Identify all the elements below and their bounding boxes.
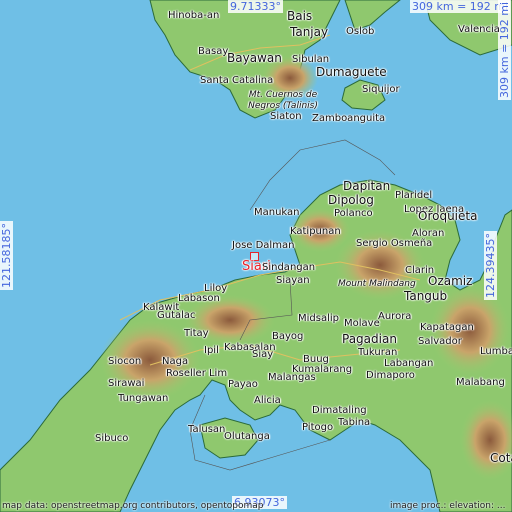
map-canvas[interactable]: 9.71333° 6.93073° 121.58185° 124.39435° … xyxy=(0,0,512,512)
place-label: Olutanga xyxy=(224,431,270,442)
place-label: Sibulan xyxy=(292,54,330,65)
place-label: Siaton xyxy=(270,111,302,122)
place-label: Siocon xyxy=(108,356,142,367)
coord-left: 121.58185° xyxy=(0,221,13,290)
place-label: Siayan xyxy=(276,275,310,286)
place-label: Basay xyxy=(198,46,229,57)
place-label: Gutalac xyxy=(157,310,196,321)
place-label: Tangub xyxy=(404,289,448,303)
place-label: Sindangan xyxy=(262,262,316,273)
place-label: Bayog xyxy=(272,331,304,342)
place-label: Malabang xyxy=(456,377,505,388)
place-label: Bayawan xyxy=(227,51,282,65)
place-label: Tungawan xyxy=(118,393,169,404)
place-label: Dapitan xyxy=(343,179,391,193)
mountain-label: Mt. Cuernos de Negros (Talinis) xyxy=(248,90,318,111)
place-label: Katipunan xyxy=(290,226,341,237)
place-label: Payao xyxy=(228,379,258,390)
place-label: Oroquieta xyxy=(418,209,478,223)
attribution-right: image proc.: elevation: ... xyxy=(390,501,506,511)
place-label: Siquijor xyxy=(362,84,400,95)
place-label: Talusan xyxy=(188,424,226,435)
place-label: Dumaguete xyxy=(316,65,387,79)
place-label: Oslob xyxy=(346,26,375,37)
place-label: Manukan xyxy=(254,207,300,218)
place-label: Ozamiz xyxy=(428,274,473,288)
place-label: Tabina xyxy=(338,417,371,428)
place-label: Roseller Lim xyxy=(166,368,228,379)
place-label: Dimataling xyxy=(312,405,367,416)
place-label: Tukuran xyxy=(358,347,398,358)
attribution-left: map data: openstreetmap.org contributors… xyxy=(2,501,264,511)
place-label: Ipil xyxy=(204,345,219,356)
place-label: Kapatagan xyxy=(420,322,474,333)
place-label: Aurora xyxy=(378,311,412,322)
place-label: Polanco xyxy=(334,208,373,219)
place-label: Sirawai xyxy=(108,378,145,389)
place-label: Hinoba-an xyxy=(168,10,220,21)
place-label: Alicia xyxy=(254,395,281,406)
place-label: Naga xyxy=(162,356,189,367)
place-label: Dipolog xyxy=(328,193,374,207)
place-label: Lumba-Bayabao xyxy=(480,346,512,357)
place-label: Cota xyxy=(490,451,512,465)
coord-top: 9.71333° xyxy=(228,0,283,13)
place-label: Santa Catalina xyxy=(200,75,274,86)
place-label: Titay xyxy=(184,328,209,339)
place-label: Dimaporo xyxy=(366,370,415,381)
scale-vertical: 309 km = 192 mi xyxy=(498,0,511,100)
scale-horizontal: 309 km = 192 mi xyxy=(410,0,511,13)
place-label: Labangan xyxy=(384,358,434,369)
place-label: Molave xyxy=(344,318,380,329)
place-label: Valencia xyxy=(458,24,500,35)
place-label: Plaridel xyxy=(395,190,433,201)
place-label: Siay xyxy=(252,349,274,360)
place-label: Midsalip xyxy=(298,313,339,324)
place-label: Salvador xyxy=(418,336,462,347)
place-label: Pitogo xyxy=(302,422,334,433)
place-label: Sergio Osmeña xyxy=(356,238,433,249)
place-label: Bais xyxy=(287,9,313,23)
place-label: Malangas xyxy=(268,372,316,383)
place-label: Zamboanguita xyxy=(312,113,386,124)
place-label: Tanjay xyxy=(290,25,329,39)
place-label: Jose Dalman xyxy=(232,240,295,251)
place-label: Sibuco xyxy=(95,433,129,444)
coord-right: 124.39435° xyxy=(484,231,497,300)
place-label: Labason xyxy=(178,293,220,304)
place-label: Pagadian xyxy=(342,332,397,346)
